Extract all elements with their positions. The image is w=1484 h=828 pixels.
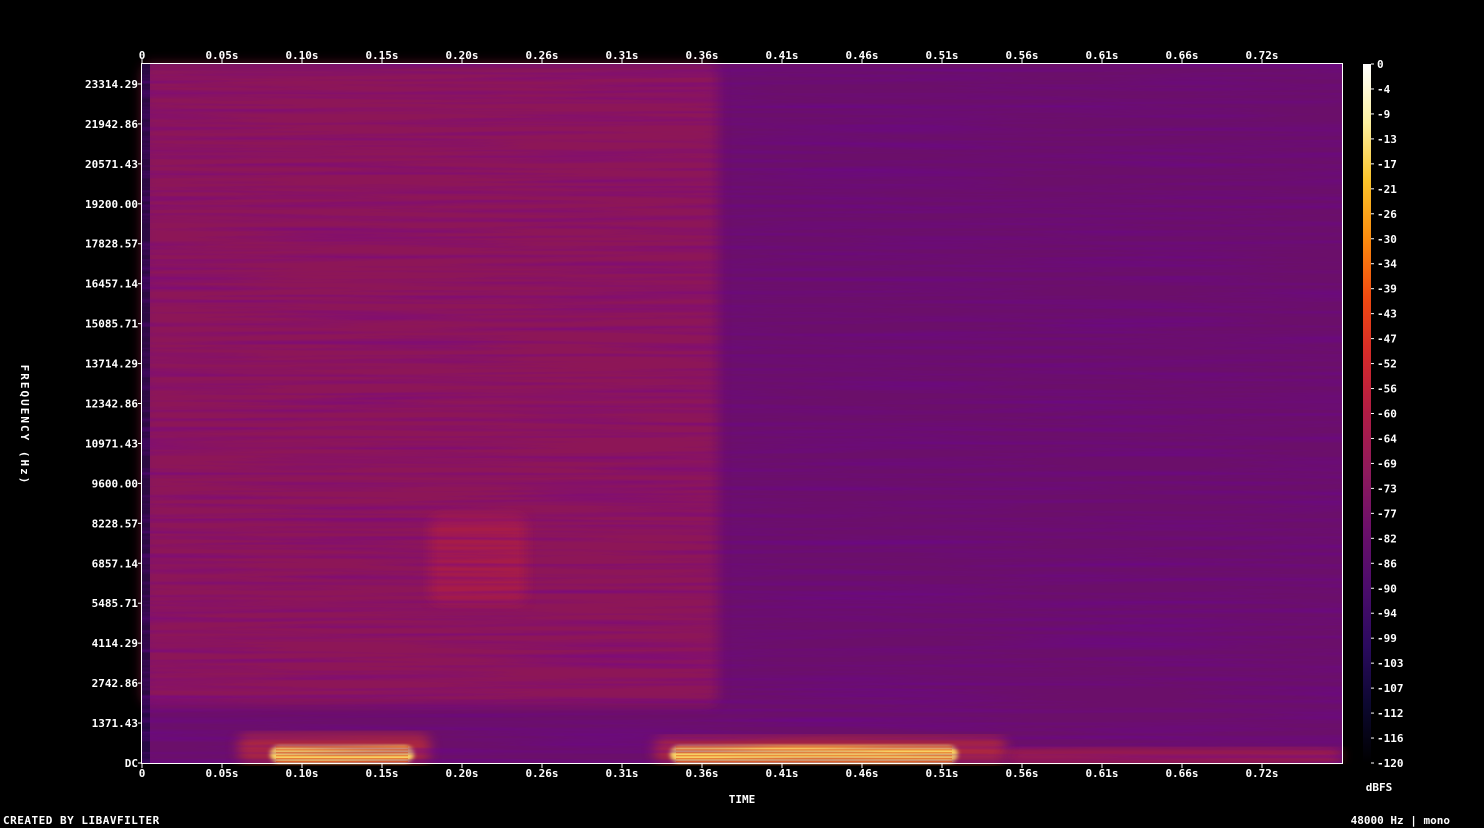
colorbar-tick-label: -73 (1377, 482, 1397, 495)
colorbar-tick-label: -56 (1377, 383, 1397, 396)
colorbar-gradient-bar (1363, 64, 1371, 763)
x-tick-label: 0.20s (445, 767, 478, 780)
x-tick-label: 0.31s (605, 49, 638, 62)
x-axis-label: TIME (729, 793, 756, 806)
x-tick-label: 0.51s (925, 767, 958, 780)
colorbar-tick-label: -103 (1377, 657, 1404, 670)
y-tick-label: 17828.57 (85, 238, 138, 251)
y-tick-label: 2742.86 (92, 677, 139, 690)
x-tick-label: 0.41s (765, 49, 798, 62)
colorbar-tick-label: -64 (1377, 432, 1397, 445)
spectrogram-plot (141, 63, 1343, 764)
colorbar-label: dBFS (1366, 781, 1393, 794)
y-tick-label: 1371.43 (92, 717, 138, 730)
y-tick-label: 21942.86 (85, 118, 138, 131)
y-tick-label: 23314.29 (85, 78, 138, 91)
y-tick-label: 4114.29 (92, 637, 138, 650)
colorbar-tick-label: -82 (1377, 532, 1397, 545)
colorbar-tick-label: -86 (1377, 557, 1397, 570)
y-tick-label: 16457.14 (85, 278, 138, 291)
x-tick-label: 0 (139, 49, 146, 62)
x-tick-label: 0.05s (205, 49, 238, 62)
colorbar-tick-label: -26 (1377, 208, 1397, 221)
x-tick-label: 0.26s (525, 49, 558, 62)
y-axis: DC 1371.43 2742.86 4114.29 5485.71 6857.14 822… (85, 78, 142, 770)
x-tick-label: 0.10s (285, 767, 318, 780)
colorbar-tick-label: -69 (1377, 457, 1397, 470)
colorbar-tick-label: -39 (1377, 283, 1397, 296)
x-tick-label: 0.66s (1165, 767, 1198, 780)
x-tick-label: 0.72s (1245, 49, 1278, 62)
x-tick-label: 0.61s (1085, 767, 1118, 780)
colorbar-tick-label: -77 (1377, 507, 1397, 520)
colorbar-tick-label: -30 (1377, 233, 1397, 246)
y-tick-label: 6857.14 (92, 557, 139, 570)
y-axis-label: FREQUENCY (Hz) (18, 365, 31, 486)
x-tick-label: 0.56s (1005, 49, 1038, 62)
x-axis-top: 0 0.05s 0.10s 0.15s 0.20s 0.26s 0.31s 0.36s 0.41… (139, 49, 1279, 64)
colorbar-tick-label: -94 (1377, 607, 1397, 620)
colorbar: 0 -4 -9 -13 -17 -21 -26 -30 -34 -39 -43 -47 -52 -56 -6… (1363, 58, 1404, 770)
colorbar-tick-label: -116 (1377, 732, 1404, 745)
y-tick-label: 13714.29 (85, 358, 138, 371)
x-tick-label: 0.36s (685, 49, 718, 62)
colorbar-tick-label: -4 (1377, 83, 1391, 96)
x-tick-label: 0.20s (445, 49, 478, 62)
colorbar-tick-label: -34 (1377, 258, 1397, 271)
colorbar-tick-label: -47 (1377, 333, 1397, 346)
colorbar-tick-label: -60 (1377, 408, 1397, 421)
colorbar-tick-label: -112 (1377, 707, 1404, 720)
y-tick-label: 8228.57 (92, 517, 138, 530)
x-tick-label: 0.72s (1245, 767, 1278, 780)
colorbar-tick-label: -107 (1377, 682, 1404, 695)
y-tick-label: 5485.71 (92, 597, 139, 610)
x-tick-label: 0.05s (205, 767, 238, 780)
colorbar-tick-label: -90 (1377, 582, 1397, 595)
y-tick-label: 9600.00 (92, 477, 138, 490)
spectrogram-figure: 0 0.05s 0.10s 0.15s 0.20s 0.26s 0.31s 0.36s 0.41… (18, 49, 1404, 806)
y-tick-label: 12342.86 (85, 398, 138, 411)
colorbar-tick-label: -43 (1377, 308, 1397, 321)
y-tick-label: 19200.00 (85, 198, 138, 211)
x-tick-label: 0.46s (845, 767, 878, 780)
x-tick-label: 0.31s (605, 767, 638, 780)
audio-format-text: 48000 Hz | mono (1350, 814, 1450, 827)
x-tick-label: 0.10s (285, 49, 318, 62)
y-tick-label: 20571.43 (85, 158, 138, 171)
credit-text: CREATED BY LIBAVFILTER (3, 814, 160, 827)
x-tick-label: 0 (139, 767, 146, 780)
colorbar-tick-label: 0 (1377, 58, 1384, 71)
y-tick-label: DC (125, 757, 138, 770)
x-tick-label: 0.41s (765, 767, 798, 780)
colorbar-tick-label: -99 (1377, 632, 1397, 645)
x-tick-label: 0.26s (525, 767, 558, 780)
colorbar-tick-label: -120 (1377, 757, 1404, 770)
colorbar-tick-label: -17 (1377, 158, 1397, 171)
colorbar-tick-label: -13 (1377, 133, 1397, 146)
y-tick-label: 10971.43 (85, 437, 138, 450)
x-tick-label: 0.51s (925, 49, 958, 62)
colorbar-tick-label: -9 (1377, 108, 1390, 121)
y-tick-label: 15085.71 (85, 318, 138, 331)
colorbar-tick-label: -21 (1377, 183, 1397, 196)
colorbar-tick-label: -52 (1377, 358, 1397, 371)
x-tick-label: 0.36s (685, 767, 718, 780)
x-tick-label: 0.46s (845, 49, 878, 62)
x-tick-label: 0.56s (1005, 767, 1038, 780)
x-tick-label: 0.15s (365, 49, 398, 62)
x-tick-label: 0.66s (1165, 49, 1198, 62)
spectral-noise-texture (142, 64, 1342, 763)
x-axis-bottom: 0 0.05s 0.10s 0.15s 0.20s 0.26s 0.31s 0.36s 0.41… (139, 763, 1279, 780)
x-tick-label: 0.61s (1085, 49, 1118, 62)
x-tick-label: 0.15s (365, 767, 398, 780)
